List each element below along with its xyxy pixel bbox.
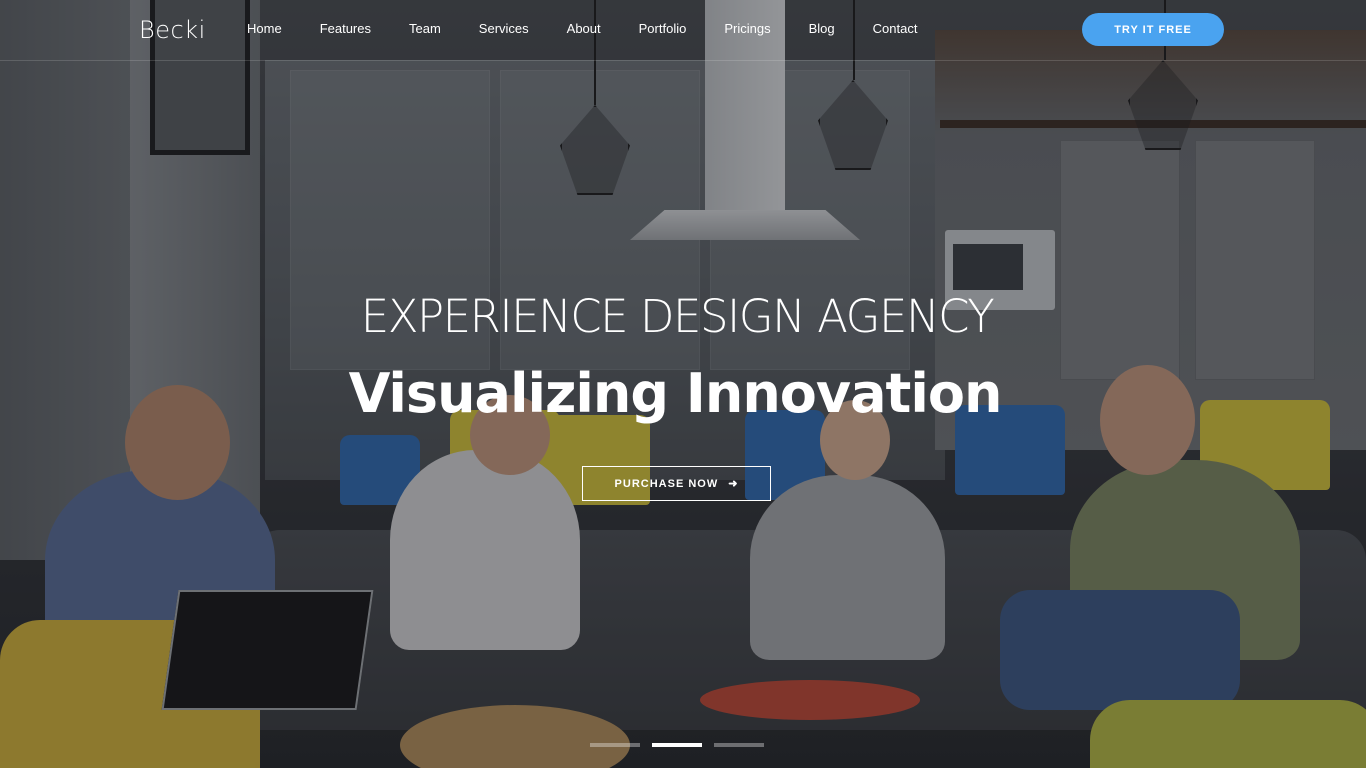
nav-item-home[interactable]: Home (247, 21, 282, 36)
purchase-now-label: PURCHASE NOW (614, 477, 719, 490)
nav-item-contact[interactable]: Contact (873, 21, 918, 36)
nav-item-blog[interactable]: Blog (809, 21, 835, 36)
nav-item-portfolio[interactable]: Portfolio (639, 21, 687, 36)
slider-pagination (590, 743, 764, 747)
brand-logo[interactable]: Becki (139, 16, 206, 44)
hero-headline: Visualizing Innovation (348, 362, 1003, 425)
arrow-right-icon: ➜ (728, 478, 739, 490)
main-nav: Home Features Team Services About Portfo… (247, 21, 955, 36)
top-navbar: Becki Home Features Team Services About … (0, 0, 1366, 61)
slider-dot-active[interactable] (652, 743, 702, 747)
nav-item-features[interactable]: Features (320, 21, 371, 36)
nav-item-team[interactable]: Team (409, 21, 441, 36)
slider-dot[interactable] (714, 743, 764, 747)
try-it-free-button[interactable]: TRY IT FREE (1082, 13, 1224, 46)
purchase-now-button[interactable]: PURCHASE NOW ➜ (582, 466, 771, 501)
hero-eyebrow: EXPERIENCE DESIGN AGENCY (360, 290, 995, 343)
nav-item-about[interactable]: About (567, 21, 601, 36)
nav-item-pricings[interactable]: Pricings (724, 21, 770, 36)
slider-dot[interactable] (590, 743, 640, 747)
hero-section: Becki Home Features Team Services About … (0, 0, 1366, 768)
nav-item-services[interactable]: Services (479, 21, 529, 36)
